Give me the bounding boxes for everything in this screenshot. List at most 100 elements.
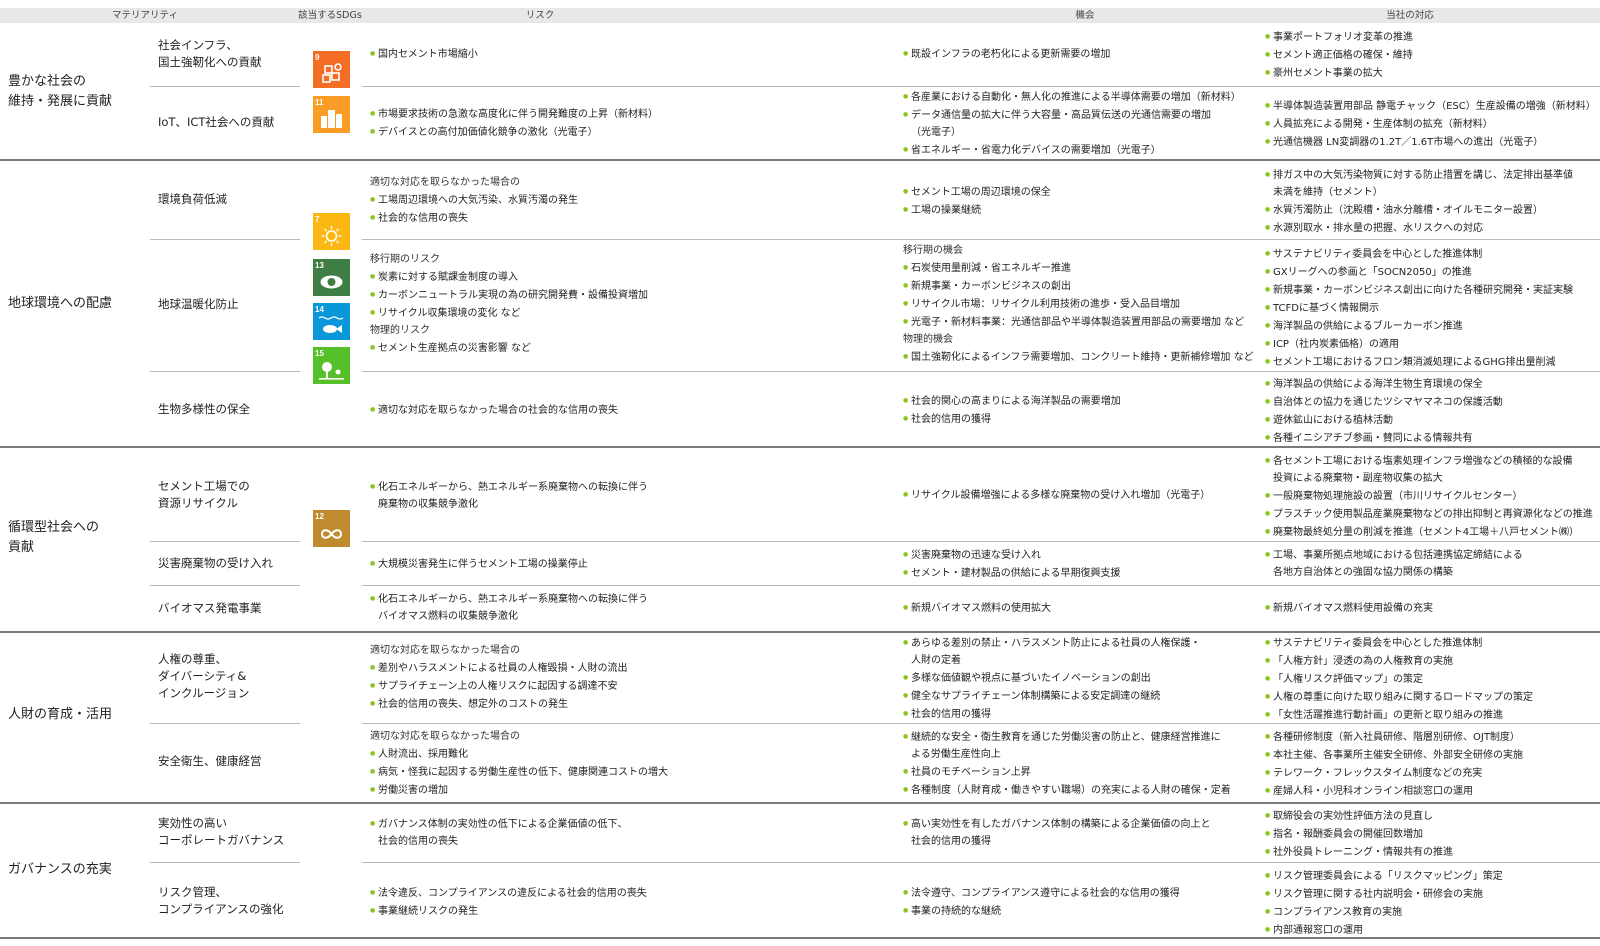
list-item: 産婦人科・小児科オンライン相談窓口の運用	[1265, 782, 1600, 800]
list-item: リスク管理に関する社内説明会・研修会の実施	[1265, 885, 1600, 903]
header-sdgs: 該当するSDGs	[298, 10, 362, 21]
list-item: 海洋製品の供給によるブルーカーボン推進	[1265, 317, 1600, 335]
sub-materiality: IoT、ICT社会への貢献	[158, 115, 275, 129]
header-response: 当社の対応	[1386, 10, 1434, 21]
sub-materiality: 実効性の高い コーポレートガバナンス	[158, 816, 285, 847]
sub-materiality: 安全衛生、健康経営	[158, 754, 262, 768]
materiality-title: 地球環境への配慮	[8, 296, 113, 311]
row-divider	[362, 541, 1600, 542]
sub-materiality: 災害廃棄物の受け入れ	[158, 556, 273, 570]
list-heading: 適切な対応を取らなかった場合の	[370, 177, 520, 188]
list-item: 豪州セメント事業の拡大	[1265, 64, 1600, 82]
list-item: デバイスとの高付加価値化競争の激化（光電子）	[370, 123, 870, 141]
list-item: リサイクル市場：リサイクル利用技術の進歩・受入品目増加	[903, 295, 1253, 313]
list-item: 労働災害の増加	[370, 781, 870, 799]
list-item: 社会的信用の喪失	[378, 836, 458, 847]
opportunity-cell: 各産業における自動化・無人化の推進による半導体需要の増加（新材料）データ通信量の…	[903, 88, 1253, 159]
list-item: 省エネルギー・省電力化デバイスの需要増加（光電子）	[903, 141, 1253, 159]
section-divider	[0, 631, 1600, 633]
list-item: 新規事業・カーボンビジネスの創出	[903, 277, 1253, 295]
list-item: GXリーグへの参画と「SOCN2050」の推進	[1265, 263, 1600, 281]
response-cell: サステナビリティ委員会を中心とした推進体制GXリーグへの参画と「SOCN2050…	[1265, 245, 1600, 371]
list-item: 新規バイオマス燃料の使用拡大	[903, 599, 1253, 617]
opportunity-cell: 継続的な安全・衛生教育を通じた労働災害の防止と、健康経営推進による労働生産性向上…	[903, 728, 1253, 799]
list-item: 炭素に対する賦課金制度の導入	[370, 268, 870, 286]
list-item: サプライチェーン上の人権リスクに起因する調達不安	[370, 677, 870, 695]
row-divider	[362, 585, 1600, 586]
response-cell: 各セメント工場における塩素処理インフラ増強などの積極的な設備投資による廃棄物・副…	[1265, 452, 1600, 541]
row-divider	[150, 239, 300, 240]
sub-materiality: バイオマス発電事業	[158, 601, 262, 615]
list-item: セメント工場の周辺環境の保全	[903, 183, 1253, 201]
list-item: 社会的信用の獲得	[903, 705, 1253, 723]
list-item: 社外役員トレーニング・情報共有の推進	[1265, 843, 1600, 861]
list-item: セメント生産拠点の災害影響 など	[370, 339, 870, 357]
sdg-12-icon: 12	[313, 510, 350, 547]
row-divider	[150, 541, 300, 542]
row-divider	[150, 86, 300, 87]
list-item: 新規事業・カーボンビジネス創出に向けた各種研究開発・実証実験	[1265, 281, 1600, 299]
risk-cell: 適切な対応を取らなかった場合の人財流出、採用難化病気・怪我に起因する労働生産性の…	[370, 728, 870, 799]
list-item: 社会的な信用の喪失	[370, 209, 870, 227]
list-item: バイオマス燃料の収集競争激化	[378, 611, 518, 622]
list-item: セメント工場におけるフロン類消滅処理によるGHG排出量削減	[1265, 353, 1600, 371]
row-divider	[362, 371, 1600, 372]
response-cell: リスク管理委員会による「リスクマッピング」策定リスク管理に関する社内説明会・研修…	[1265, 867, 1600, 939]
list-item: 市場要求技術の急激な高度化に伴う開発難度の上昇（新材料）	[370, 105, 870, 123]
response-cell: 海洋製品の供給による海洋生物生育環境の保全自治体との協力を通じたツシマヤマネコの…	[1265, 375, 1600, 447]
list-item: 「女性活躍推進行動計画」の更新と取り組みの推進	[1265, 706, 1600, 724]
header-materiality: マテリアリティ	[112, 10, 178, 21]
list-item: 投資による廃棄物・副産物収集の拡大	[1273, 473, 1443, 484]
list-item: サステナビリティ委員会を中心とした推進体制	[1265, 634, 1600, 652]
row-divider	[362, 239, 1600, 240]
risk-cell: 適切な対応を取らなかった場合の工場周辺環境への大気汚染、水質汚濁の発生社会的な信…	[370, 174, 870, 227]
list-item: （光電子）	[911, 127, 961, 138]
list-item: 遊休鉱山における植林活動	[1265, 411, 1600, 429]
list-item: 工場、事業所拠点地域における包括連携協定締結による	[1265, 546, 1600, 564]
materiality-title: 循環型社会への 貢献	[8, 520, 100, 555]
section-divider	[0, 159, 1600, 161]
list-item: 指名・報酬委員会の開催回数増加	[1265, 825, 1600, 843]
list-heading: 適切な対応を取らなかった場合の	[370, 731, 520, 742]
list-item: 法令遵守、コンプライアンス遵守による社会的な信用の獲得	[903, 884, 1253, 902]
list-item: 海洋製品の供給による海洋生物生育環境の保全	[1265, 375, 1600, 393]
list-item: 各産業における自動化・無人化の推進による半導体需要の増加（新材料）	[903, 88, 1253, 106]
header-opportunity: 機会	[1075, 10, 1095, 21]
list-item: データ通信量の拡大に伴う大容量・高品質伝送の光通信需要の増加	[903, 106, 1253, 124]
sdg-7-icon: 7	[313, 213, 350, 250]
list-item: 工場周辺環境への大気汚染、水質汚濁の発生	[370, 191, 870, 209]
list-item: 人財流出、採用難化	[370, 745, 870, 763]
list-item: 各地方自治体との強固な協力関係の構築	[1273, 567, 1453, 578]
list-item: 適切な対応を取らなかった場合の社会的な信用の喪失	[370, 401, 870, 419]
row-divider	[362, 862, 1600, 863]
sdg-14-icon: 14	[313, 303, 350, 340]
svg-text:13: 13	[315, 261, 324, 270]
response-cell: 事業ポートフォリオ変革の推進セメント適正価格の確保・維持豪州セメント事業の拡大	[1265, 28, 1600, 82]
list-item: 一般廃棄物処理施設の設置（市川リサイクルセンター）	[1265, 487, 1600, 505]
list-item: 「人権方針」浸透の為の人権教育の実施	[1265, 652, 1600, 670]
list-item: 各種イニシアチブ参画・賛同による情報共有	[1265, 429, 1600, 447]
opportunity-cell: 社会的関心の高まりによる海洋製品の需要増加社会的信用の獲得	[903, 392, 1253, 428]
list-item: 健全なサプライチェーン体制構築による安定調達の継続	[903, 687, 1253, 705]
risk-cell: 化石エネルギーから、熱エネルギー系廃棄物への転換に伴うバイオマス燃料の収集競争激…	[370, 590, 870, 625]
list-item: 継続的な安全・衛生教育を通じた労働災害の防止と、健康経営推進に	[903, 728, 1253, 746]
list-item: 国土強靭化によるインフラ需要増加、コンクリート維持・更新補修増加 など	[903, 348, 1254, 366]
list-item: 廃棄物の収集競争激化	[378, 499, 478, 510]
list-item: 水源別取水・排水量の把握、水リスクへの対応	[1265, 219, 1600, 237]
opportunity-cell: あらゆる差別の禁止・ハラスメント防止による社員の人権保護・人財の定着多様な価値観…	[903, 634, 1253, 723]
row-divider	[150, 862, 300, 863]
list-item: 大規模災害発生に伴うセメント工場の操業停止	[370, 555, 870, 573]
list-item: 差別やハラスメントによる社員の人権毀損・人財の流出	[370, 659, 870, 677]
list-item: 各セメント工場における塩素処理インフラ増強などの積極的な設備	[1265, 452, 1600, 470]
list-heading: 物理的機会	[903, 334, 953, 345]
response-cell: 取締役会の実効性評価方法の見直し指名・報酬委員会の開催回数増加社外役員トレーニン…	[1265, 807, 1600, 861]
row-divider	[150, 585, 300, 586]
sub-materiality: 社会インフラ、 国土強靭化への貢献	[158, 38, 262, 69]
list-item: 石炭使用量削減・省エネルギー推進	[903, 259, 1253, 277]
response-cell: 排ガス中の大気汚染物質に対する防止措置を講じ、法定排出基準値未満を維持（セメント…	[1265, 166, 1600, 237]
list-item: 既設インフラの老朽化による更新需要の増加	[903, 45, 1253, 63]
list-item: あらゆる差別の禁止・ハラスメント防止による社員の人権保護・	[903, 634, 1253, 652]
risk-cell: 国内セメント市場縮小	[370, 45, 870, 63]
risk-cell: ガバナンス体制の実効性の低下による企業価値の低下、社会的信用の喪失	[370, 815, 870, 850]
list-item: 工場の操業継続	[903, 201, 1253, 219]
